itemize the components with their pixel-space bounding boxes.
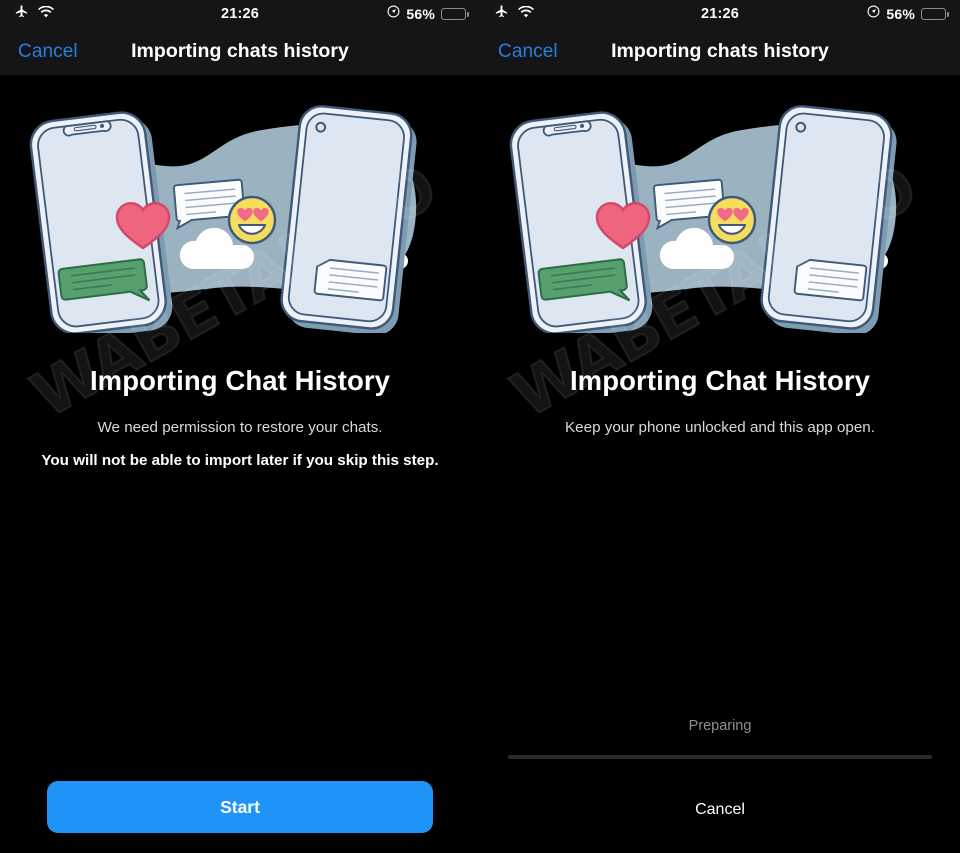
screen-body: WABETAINFO [480,78,960,853]
status-bar-right: 56% [867,5,949,23]
progress-bar [508,755,932,759]
screen-body: WABETAINFO [0,78,480,853]
subheadline: Keep your phone unlocked and this app op… [565,419,875,436]
headline: Importing Chat History [89,365,391,396]
status-bar: 21:26 56% [480,0,960,28]
progress-status-label: Preparing [688,718,752,734]
start-button[interactable]: Start [47,781,433,833]
panel-progress-screen: 21:26 56% Cancel Importing chats history… [480,0,960,853]
status-bar-right: 56% [387,5,469,23]
location-services-icon [387,5,400,23]
two-phones-chat-transfer-illustration [480,78,960,333]
location-services-icon [867,5,880,23]
battery-icon [441,8,469,20]
battery-percent-label: 56% [406,6,435,22]
battery-icon [921,8,949,20]
panel-permission-screen: 21:26 56% Cancel Importing chats history… [0,0,480,853]
two-phones-chat-transfer-illustration [0,78,480,333]
dual-screenshot-comparison: 21:26 56% Cancel Importing chats history… [0,0,960,853]
cancel-import-button[interactable]: Cancel [508,801,932,819]
status-bar: 21:26 56% [0,0,480,28]
nav-cancel-button[interactable]: Cancel [0,41,78,63]
navigation-bar: Cancel Importing chats history [0,28,480,75]
progress-footer: Preparing Cancel [508,718,932,838]
nav-cancel-button[interactable]: Cancel [480,41,558,63]
headline: Importing Chat History [569,365,871,396]
battery-percent-label: 56% [886,6,915,22]
navigation-bar: Cancel Importing chats history [480,28,960,75]
warning-text: You will not be able to import later if … [41,452,439,469]
subheadline: We need permission to restore your chats… [97,419,383,436]
